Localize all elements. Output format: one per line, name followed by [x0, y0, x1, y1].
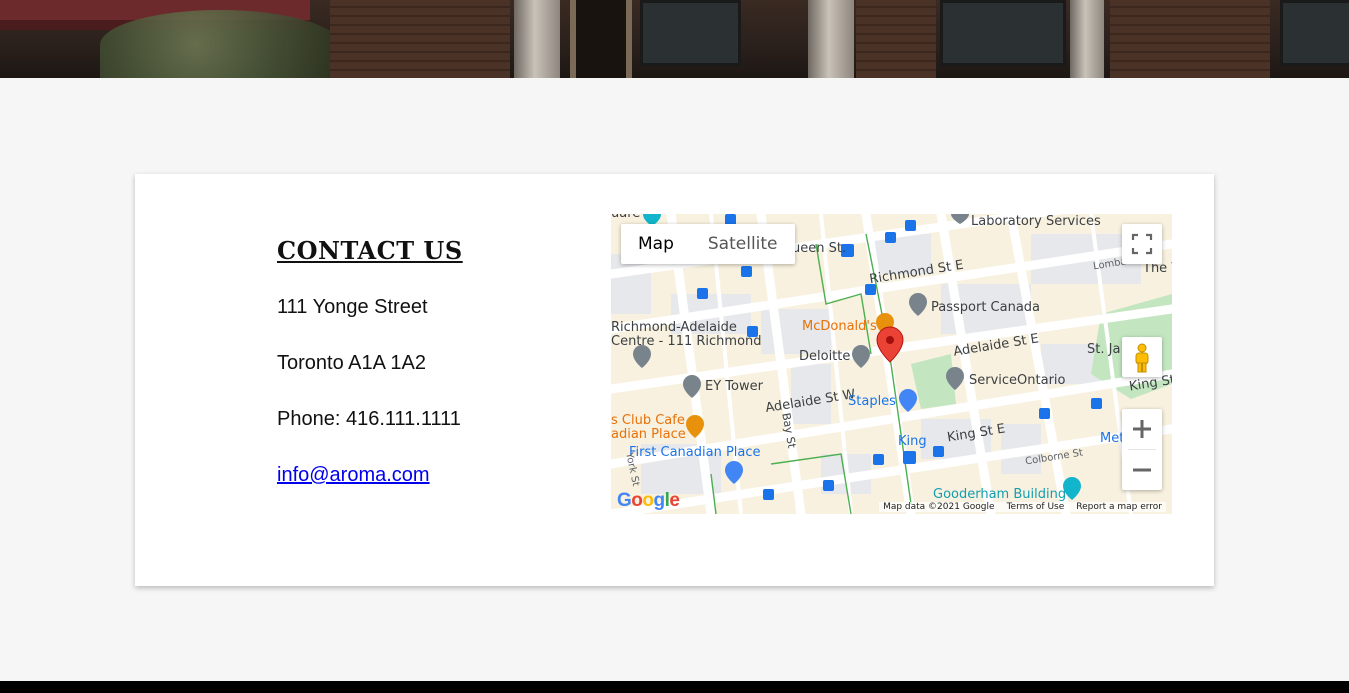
map-label: EY Tower — [705, 379, 763, 394]
terms-of-use-link[interactable]: Terms of Use — [1007, 502, 1065, 512]
map-label: First Canadian Place — [629, 445, 761, 460]
map-label: St. Ja — [1087, 342, 1121, 357]
plus-icon — [1133, 420, 1151, 438]
footer-bar — [0, 681, 1349, 693]
map-label: adian Place — [611, 427, 686, 442]
map-label: Met — [1100, 431, 1125, 446]
map-type-satellite-button[interactable]: Satellite — [691, 224, 795, 264]
hero-column — [514, 0, 560, 78]
report-map-error-link[interactable]: Report a map error — [1076, 502, 1162, 512]
hero-image — [0, 0, 1349, 78]
map-attribution: Map data ©2021 Google Terms of Use Repor… — [879, 502, 1166, 512]
map-label: ueen St. — [792, 241, 847, 256]
zoom-out-button[interactable] — [1122, 450, 1162, 490]
hero-column — [808, 0, 854, 78]
map-data-credit: Map data ©2021 Google — [883, 502, 995, 512]
fullscreen-icon — [1131, 233, 1153, 255]
map-label: ServiceOntario — [969, 373, 1066, 388]
map-label: McDonald's — [802, 319, 877, 334]
hero-brick-wall — [856, 0, 936, 78]
map-label: uare — [611, 214, 640, 221]
fullscreen-button[interactable] — [1122, 224, 1162, 264]
hero-brick-wall — [1110, 0, 1270, 78]
map-type-control: Map Satellite — [621, 224, 795, 264]
zoom-control — [1122, 409, 1162, 490]
google-logo: Google — [617, 490, 680, 511]
hero-column — [1070, 0, 1104, 78]
pegman-icon — [1135, 343, 1149, 373]
map-type-map-button[interactable]: Map — [621, 224, 691, 264]
map-label: King — [898, 434, 927, 449]
minus-icon — [1133, 468, 1151, 472]
contact-info: CONTACT US 111 Yonge Street Toronto A1A … — [277, 232, 577, 486]
contact-card: CONTACT US 111 Yonge Street Toronto A1A … — [135, 174, 1214, 586]
hero-door — [570, 0, 632, 78]
phone-number: Phone: 416.111.1111 — [277, 408, 461, 430]
hero-tree — [100, 10, 340, 78]
map-label: Richmond-Adelaide — [611, 320, 737, 335]
map-label: Deloitte — [799, 349, 851, 364]
address-line-2: Toronto A1A 1A2 — [277, 352, 427, 374]
contact-heading: CONTACT US — [277, 236, 463, 265]
hero-window — [640, 0, 741, 66]
hero-window — [1280, 0, 1349, 66]
map-label: Centre - 111 Richmond — [611, 334, 762, 349]
map-label: Laboratory Services — [971, 214, 1101, 229]
street-view-button[interactable] — [1122, 337, 1162, 377]
email-link[interactable]: info@aroma.com — [277, 464, 430, 487]
zoom-in-button[interactable] — [1122, 409, 1162, 449]
map-label: Passport Canada — [931, 300, 1041, 315]
address-line-1: 111 Yonge Street — [277, 296, 428, 318]
hero-window — [940, 0, 1066, 66]
map-label: Gooderham Building — [933, 487, 1067, 502]
map-label: Staples — [848, 394, 896, 409]
google-map[interactable]: Laboratory Services ueen St. Richmond St… — [611, 214, 1172, 514]
hero-brick-wall — [330, 0, 510, 78]
map-label: s Club Cafe — [611, 413, 685, 428]
